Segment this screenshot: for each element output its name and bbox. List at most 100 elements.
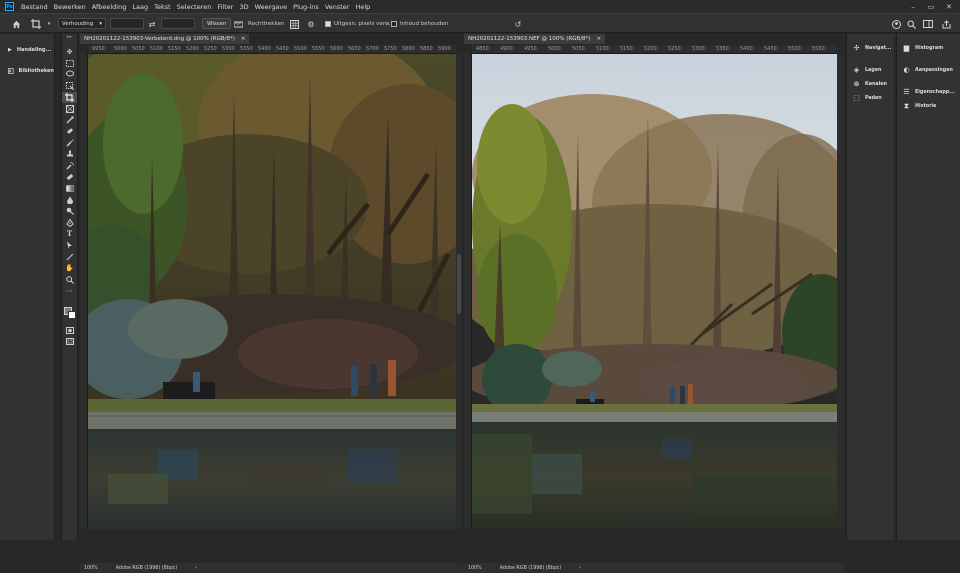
close-window-button[interactable]: ✕ [940, 0, 958, 13]
ruler-tick: 5550 [312, 46, 325, 52]
marquee-tool-icon[interactable] [62, 57, 77, 68]
menu-filter[interactable]: Filter [214, 3, 236, 11]
blur-tool-icon[interactable] [62, 194, 77, 205]
status-arrow-icon[interactable]: › [195, 566, 197, 571]
reset-icon[interactable]: ↺ [512, 18, 524, 30]
status-bar-left: 100% Adobe RGB (1998) (8bpc) › [80, 563, 463, 573]
delete-cropped-checkbox[interactable]: Uitgesn. pixels verw. [325, 18, 391, 29]
workspace-icon[interactable] [922, 18, 934, 30]
photoshop-logo[interactable]: Ps [5, 2, 14, 11]
eraser-tool-icon[interactable] [62, 171, 77, 182]
width-field[interactable] [110, 18, 144, 29]
menu-selecteren[interactable]: Selecteren [174, 3, 215, 11]
home-icon[interactable] [10, 18, 22, 30]
scrollbar-thumb[interactable] [457, 254, 461, 314]
options-bar: ▾ Verhouding ▾ ⇄ Wissen Rechttrekken ⚙ U… [0, 13, 960, 33]
libraries-panel-button[interactable]: Bibliotheken [0, 62, 54, 79]
background-color-swatch[interactable] [68, 310, 76, 319]
vertical-scrollbar-right[interactable] [837, 54, 843, 529]
eyedropper-tool-icon[interactable] [62, 114, 77, 125]
zoom-level[interactable]: 100% [84, 566, 98, 571]
vertical-ruler[interactable] [80, 54, 88, 529]
pen-tool-icon[interactable] [62, 217, 77, 228]
height-field[interactable] [161, 18, 195, 29]
menu-3d[interactable]: 3D [236, 3, 251, 11]
object-select-tool-icon[interactable] [62, 80, 77, 91]
menu-venster[interactable]: Venster [322, 3, 353, 11]
share-icon[interactable] [940, 18, 952, 30]
close-icon[interactable]: × [596, 36, 601, 42]
image-canvas-right[interactable] [472, 54, 837, 529]
right-dock-collapsed-2: ▆ Histogram ◐ Aanpassingen ☰ Eigenschapp… [896, 34, 960, 540]
ruler-tick: 5000 [548, 46, 561, 52]
menu-bewerken[interactable]: Bewerken [51, 3, 89, 11]
actions-panel-button[interactable]: ▶ Handeling... [0, 41, 54, 58]
menu-help[interactable]: Help [352, 3, 373, 11]
minimize-button[interactable]: – [904, 0, 922, 13]
color-swatches[interactable] [62, 299, 77, 321]
zoom-tool-icon[interactable] [62, 274, 77, 285]
clear-button[interactable]: Wissen [202, 18, 232, 29]
spot-heal-tool-icon[interactable] [62, 126, 77, 137]
screen-mode-icon[interactable] [62, 336, 77, 347]
quick-mask-icon[interactable] [62, 325, 77, 336]
lasso-tool-icon[interactable] [62, 69, 77, 80]
straighten-label[interactable]: Rechttrekken [248, 18, 284, 29]
dodge-tool-icon[interactable] [62, 205, 77, 216]
horizontal-ruler[interactable]: 4850 4900 4950 5000 5050 5100 5150 5200 … [472, 45, 837, 54]
color-profile: Adobe RGB (1998) (8bpc) [499, 565, 562, 571]
menu-laag[interactable]: Laag [129, 3, 151, 11]
chevron-down-icon: ▾ [99, 20, 102, 27]
menu-weergave[interactable]: Weergave [252, 3, 291, 11]
menu-plugins[interactable]: Plug-ins [290, 3, 322, 11]
paths-panel-button[interactable]: ⬚ Paden [847, 91, 894, 105]
tools-panel: ▸▸ ✥ T ✋ ⋯ [61, 34, 78, 540]
navigator-panel-button[interactable]: ✣ Navigat... [847, 41, 894, 55]
channels-panel-button[interactable]: ⊛ Kanalen [847, 77, 894, 91]
chevron-down-icon[interactable]: ▾ [43, 18, 55, 30]
status-arrow-icon[interactable]: › [579, 566, 581, 571]
straighten-icon[interactable] [232, 18, 244, 30]
history-panel-button[interactable]: ⧗ Historie [897, 99, 960, 113]
vertical-scrollbar-left[interactable] [456, 54, 462, 529]
image-canvas-left[interactable] [88, 54, 456, 529]
close-icon[interactable]: × [241, 36, 246, 42]
swap-icon[interactable]: ⇄ [146, 18, 158, 30]
line-tool-icon[interactable] [62, 251, 77, 262]
histogram-panel-button[interactable]: ▆ Histogram [897, 41, 960, 55]
menu-tekst[interactable]: Tekst [151, 3, 174, 11]
properties-panel-button[interactable]: ☰ Eigenschapp... [897, 85, 960, 99]
horizontal-ruler[interactable]: 9950 5000 5050 5100 5150 5200 5250 5300 … [88, 45, 456, 54]
path-select-tool-icon[interactable] [62, 240, 77, 251]
layers-panel-button[interactable]: ◈ Lagen [847, 63, 894, 77]
document-tab-right[interactable]: NH20201122-153903.NEF @ 100% (RGB/8*) × [464, 34, 606, 44]
user-icon[interactable] [890, 18, 902, 30]
history-brush-tool-icon[interactable] [62, 160, 77, 171]
menu-afbeelding[interactable]: Afbeelding [89, 3, 130, 11]
menu-bestand[interactable]: Bestand [18, 3, 51, 11]
type-tool-icon[interactable]: T [62, 228, 77, 239]
ruler-tick: 5250 [668, 46, 681, 52]
ruler-tick: 5400 [258, 46, 271, 52]
search-icon[interactable] [905, 18, 917, 30]
maximize-button[interactable]: ▭ [922, 0, 940, 13]
more-tools-icon[interactable]: ⋯ [62, 285, 77, 296]
hand-tool-icon[interactable]: ✋ [62, 262, 77, 273]
move-tool-icon[interactable]: ✥ [62, 46, 77, 57]
brush-tool-icon[interactable] [62, 137, 77, 148]
grid-overlay-icon[interactable] [288, 18, 300, 30]
stamp-tool-icon[interactable] [62, 149, 77, 160]
content-aware-checkbox[interactable]: Inhoud behouden [391, 18, 448, 29]
document-tab-left[interactable]: NH20201122-153903-Verbeterd.dng @ 100% (… [80, 34, 250, 44]
ratio-select[interactable]: Verhouding ▾ [58, 18, 106, 29]
adjustments-panel-button[interactable]: ◐ Aanpassingen [897, 63, 960, 77]
vertical-ruler[interactable] [464, 54, 472, 529]
frame-tool-icon[interactable] [62, 103, 77, 114]
zoom-level[interactable]: 100% [468, 566, 482, 571]
gear-icon[interactable]: ⚙ [305, 18, 317, 30]
crop-tool-icon[interactable] [30, 18, 42, 30]
crop-tool-icon[interactable] [62, 91, 77, 103]
ruler-tick: 5150 [620, 46, 633, 52]
gradient-tool-icon[interactable] [62, 183, 77, 194]
ruler-tick: 5300 [692, 46, 705, 52]
